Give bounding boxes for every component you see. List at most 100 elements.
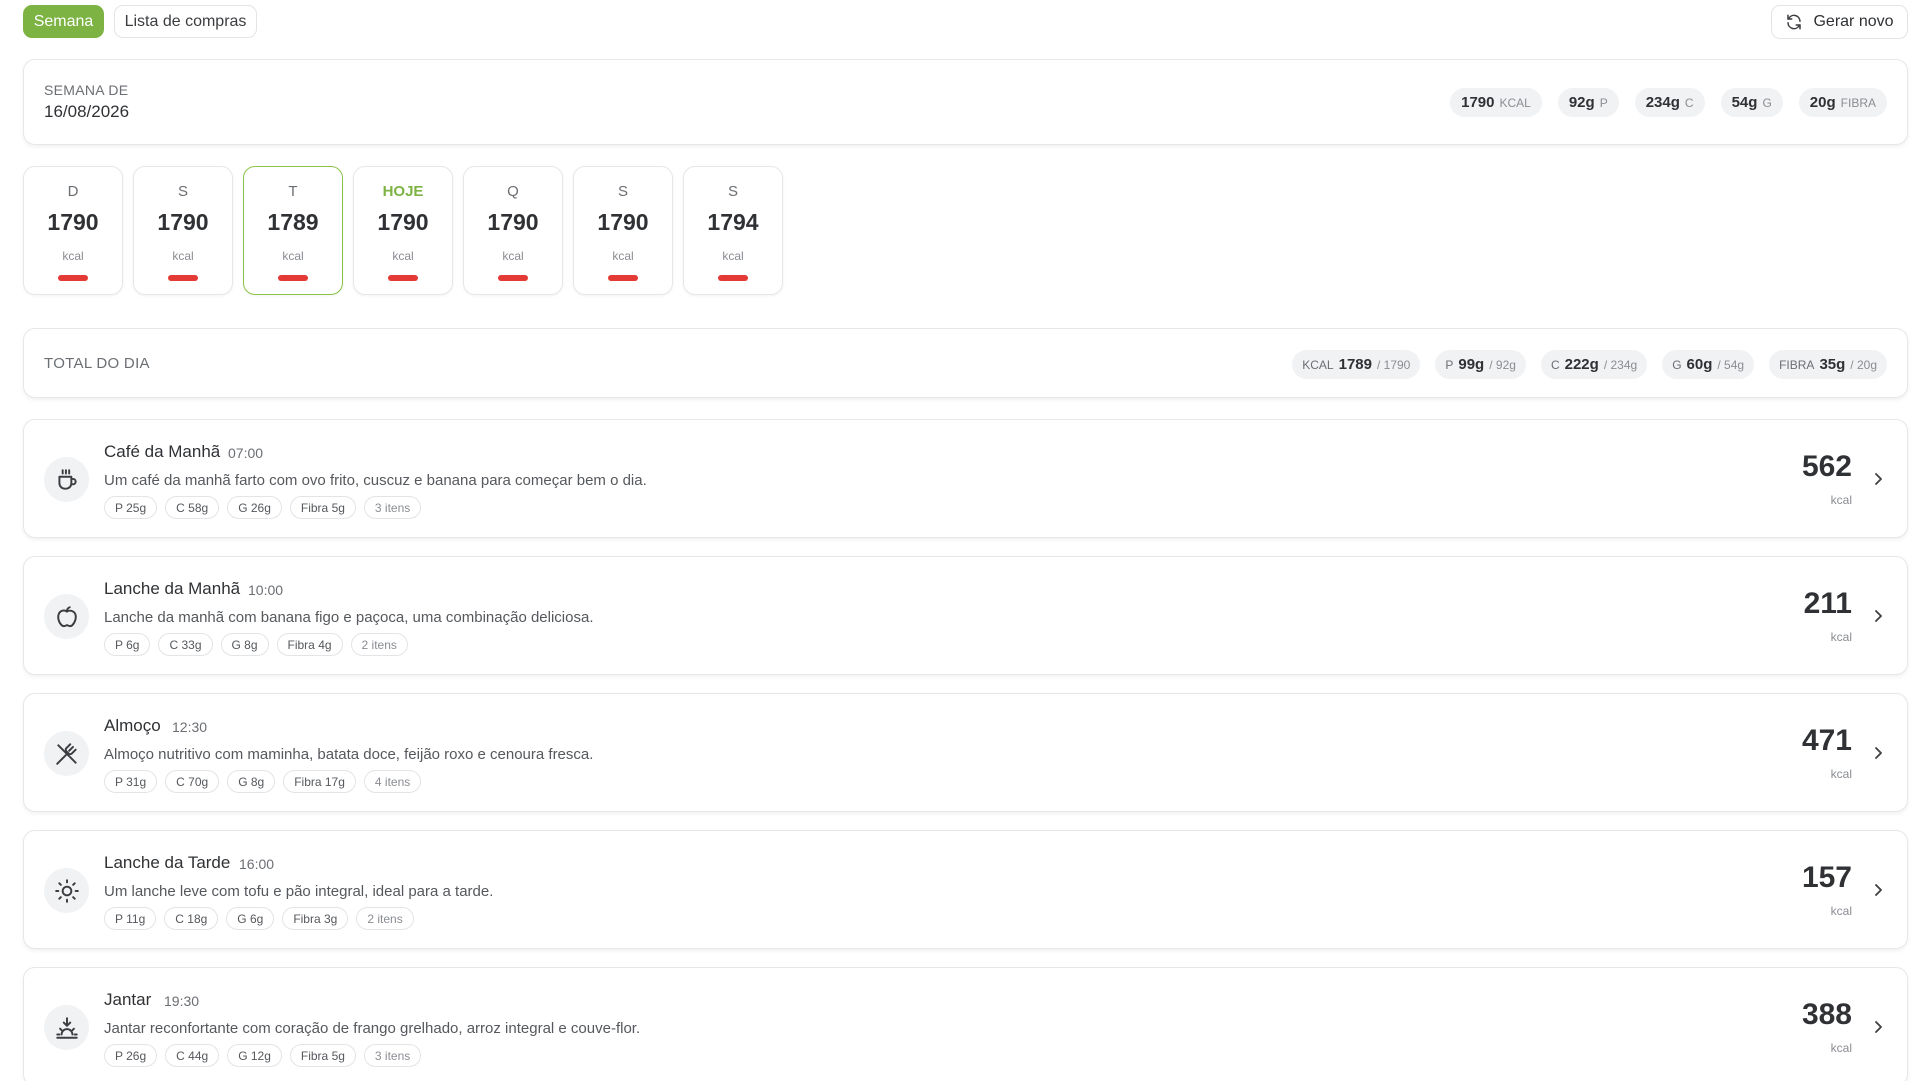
meal-name: Jantar: [104, 990, 152, 1009]
total-value: 99g: [1458, 356, 1485, 373]
tab-week[interactable]: Semana: [23, 5, 104, 38]
day-label: HOJE: [382, 183, 424, 200]
meal-chips: P 26g C 44g G 12g Fibra 5g 3 itens: [104, 1044, 422, 1067]
day-card-saturday[interactable]: S 1794 kcal: [683, 166, 783, 295]
meal-kcal: 562: [1801, 450, 1852, 483]
meal-card-morning-snack[interactable]: Lanche da Manhã 10:00 Lanche da manhã co…: [23, 556, 1908, 675]
macro-unit: KCAL: [1499, 95, 1531, 110]
meal-description: Almoço nutritivo com maminha, batata doc…: [104, 746, 594, 763]
total-value: 1789: [1338, 356, 1372, 373]
meal-chips: P 11g C 18g G 6g Fibra 3g 2 itens: [104, 907, 414, 930]
day-progress-bar: [608, 275, 638, 281]
chevron-right-icon[interactable]: [1871, 607, 1885, 625]
day-total-card: TOTAL DO DIA KCAL 1789 / 1790 P 99g / 92g C2…: [23, 328, 1908, 398]
meal-chip-protein: P 31g: [104, 770, 158, 793]
total-target: / 1790: [1376, 357, 1411, 372]
day-unit: kcal: [62, 249, 84, 263]
sunset-icon: [55, 1016, 78, 1039]
total-target: / 54g: [1717, 357, 1745, 372]
total-key: G: [1672, 357, 1682, 372]
day-kcal: 1790: [377, 209, 429, 235]
total-fat: G 60g / 54g: [1662, 350, 1755, 379]
meal-card-dinner[interactable]: Jantar 19:30 Jantar reconfortante com co…: [23, 967, 1908, 1081]
meal-chips: P 31g C 70g G 8g Fibra 17g 4 itens: [104, 770, 422, 793]
meal-description: Jantar reconfortante com coração de fran…: [104, 1020, 641, 1037]
top-bar: Semana Lista de compras Gerar novo: [23, 5, 1908, 39]
meal-description: Lanche da manhã com banana figo e paçoca…: [104, 609, 594, 626]
meal-chip-carbs: C 44g: [165, 1044, 220, 1067]
day-unit: kcal: [392, 249, 414, 263]
meal-time: 12:30: [172, 719, 208, 735]
week-macro-fat: 54g G: [1720, 88, 1783, 117]
meal-chip-items: 3 itens: [363, 1044, 422, 1067]
day-kcal: 1794: [707, 209, 759, 235]
total-key: C: [1550, 357, 1560, 372]
meal-chip-fat: G 8g: [220, 633, 269, 656]
chevron-right-icon[interactable]: [1871, 881, 1885, 899]
day-unit: kcal: [722, 249, 744, 263]
total-key: FIBRA: [1779, 357, 1815, 372]
total-key: P: [1445, 357, 1454, 372]
generate-new-button[interactable]: Gerar novo: [1771, 5, 1908, 39]
total-key: KCAL: [1302, 357, 1334, 372]
meal-kcal-unit: kcal: [1830, 493, 1852, 507]
meal-name: Lanche da Manhã: [104, 579, 241, 598]
total-value: 35g: [1819, 356, 1846, 373]
total-target: / 92g: [1489, 357, 1516, 372]
meal-chip-fat: G 6g: [226, 907, 275, 930]
meal-chip-fiber: Fibra 3g: [282, 907, 349, 930]
week-summary-card: SEMANA DE 16/08/2026 1790 KCAL 92g P 234g C…: [23, 59, 1908, 145]
meal-chip-protein: P 11g: [104, 907, 157, 930]
day-progress-bar: [498, 275, 528, 281]
day-label: S: [617, 183, 628, 200]
week-macros: 1790 KCAL 92g P 234g C 54g G 20g FIBRA: [1450, 88, 1887, 117]
macro-unit: C: [1684, 95, 1694, 110]
day-progress-bar: [278, 275, 308, 281]
generate-new-label: Gerar novo: [1813, 13, 1894, 30]
day-unit: kcal: [172, 249, 194, 263]
chevron-right-icon[interactable]: [1871, 1018, 1885, 1036]
meal-chip-protein: P 26g: [104, 1044, 158, 1067]
day-label: T: [288, 183, 298, 200]
tab-shopping-list[interactable]: Lista de compras: [114, 5, 257, 38]
week-macro-carbs: 234g C: [1634, 88, 1705, 117]
day-label: D: [67, 183, 79, 200]
day-progress-bar: [168, 275, 198, 281]
meal-card-afternoon-snack[interactable]: Lanche da Tarde 16:00 Um lanche leve com…: [23, 830, 1908, 949]
day-card-friday[interactable]: S 1790 kcal: [573, 166, 673, 295]
day-card-today[interactable]: HOJE 1790 kcal: [353, 166, 453, 295]
day-card-tuesday[interactable]: T 1789 kcal: [243, 166, 343, 295]
meal-chip-fat: G 12g: [227, 1044, 282, 1067]
meal-chip-items: 4 itens: [363, 770, 422, 793]
total-fiber: FIBRA 35g / 20g: [1769, 350, 1887, 379]
macro-value: 20g: [1809, 94, 1836, 111]
day-label: S: [727, 183, 738, 200]
chevron-right-icon[interactable]: [1871, 744, 1885, 762]
day-card-thursday[interactable]: Q 1790 kcal: [463, 166, 563, 295]
meal-chip-fiber: Fibra 4g: [276, 633, 343, 656]
chevron-right-icon[interactable]: [1871, 470, 1885, 488]
day-kcal: 1789: [267, 209, 319, 235]
meal-card-breakfast[interactable]: Café da Manhã 07:00 Um café da manhã far…: [23, 419, 1908, 538]
meal-chip-fiber: Fibra 5g: [289, 1044, 356, 1067]
meal-card-lunch[interactable]: Almoço 12:30 Almoço nutritivo com maminh…: [23, 693, 1908, 812]
meal-name: Almoço: [104, 716, 161, 735]
meal-time: 07:00: [228, 445, 264, 461]
meal-kcal: 211: [1803, 587, 1852, 620]
week-date: 16/08/2026: [44, 102, 130, 121]
meal-icon-wrap: [44, 457, 89, 502]
meal-chip-fiber: Fibra 5g: [289, 496, 356, 519]
meal-icon-wrap: [44, 731, 89, 776]
meal-kcal: 388: [1801, 998, 1852, 1031]
meal-kcal-unit: kcal: [1830, 630, 1852, 644]
meal-icon-wrap: [44, 594, 89, 639]
total-value: 222g: [1564, 356, 1599, 373]
day-card-monday[interactable]: S 1790 kcal: [133, 166, 233, 295]
utensils-icon: [55, 742, 77, 765]
meal-kcal-unit: kcal: [1830, 904, 1852, 918]
meal-description: Um café da manhã farto com ovo frito, cu…: [104, 472, 647, 489]
meal-name: Café da Manhã: [104, 442, 221, 461]
day-card-sunday[interactable]: D 1790 kcal: [23, 166, 123, 295]
total-kcal: KCAL 1789 / 1790: [1292, 350, 1421, 379]
meal-chip-items: 2 itens: [356, 907, 414, 930]
